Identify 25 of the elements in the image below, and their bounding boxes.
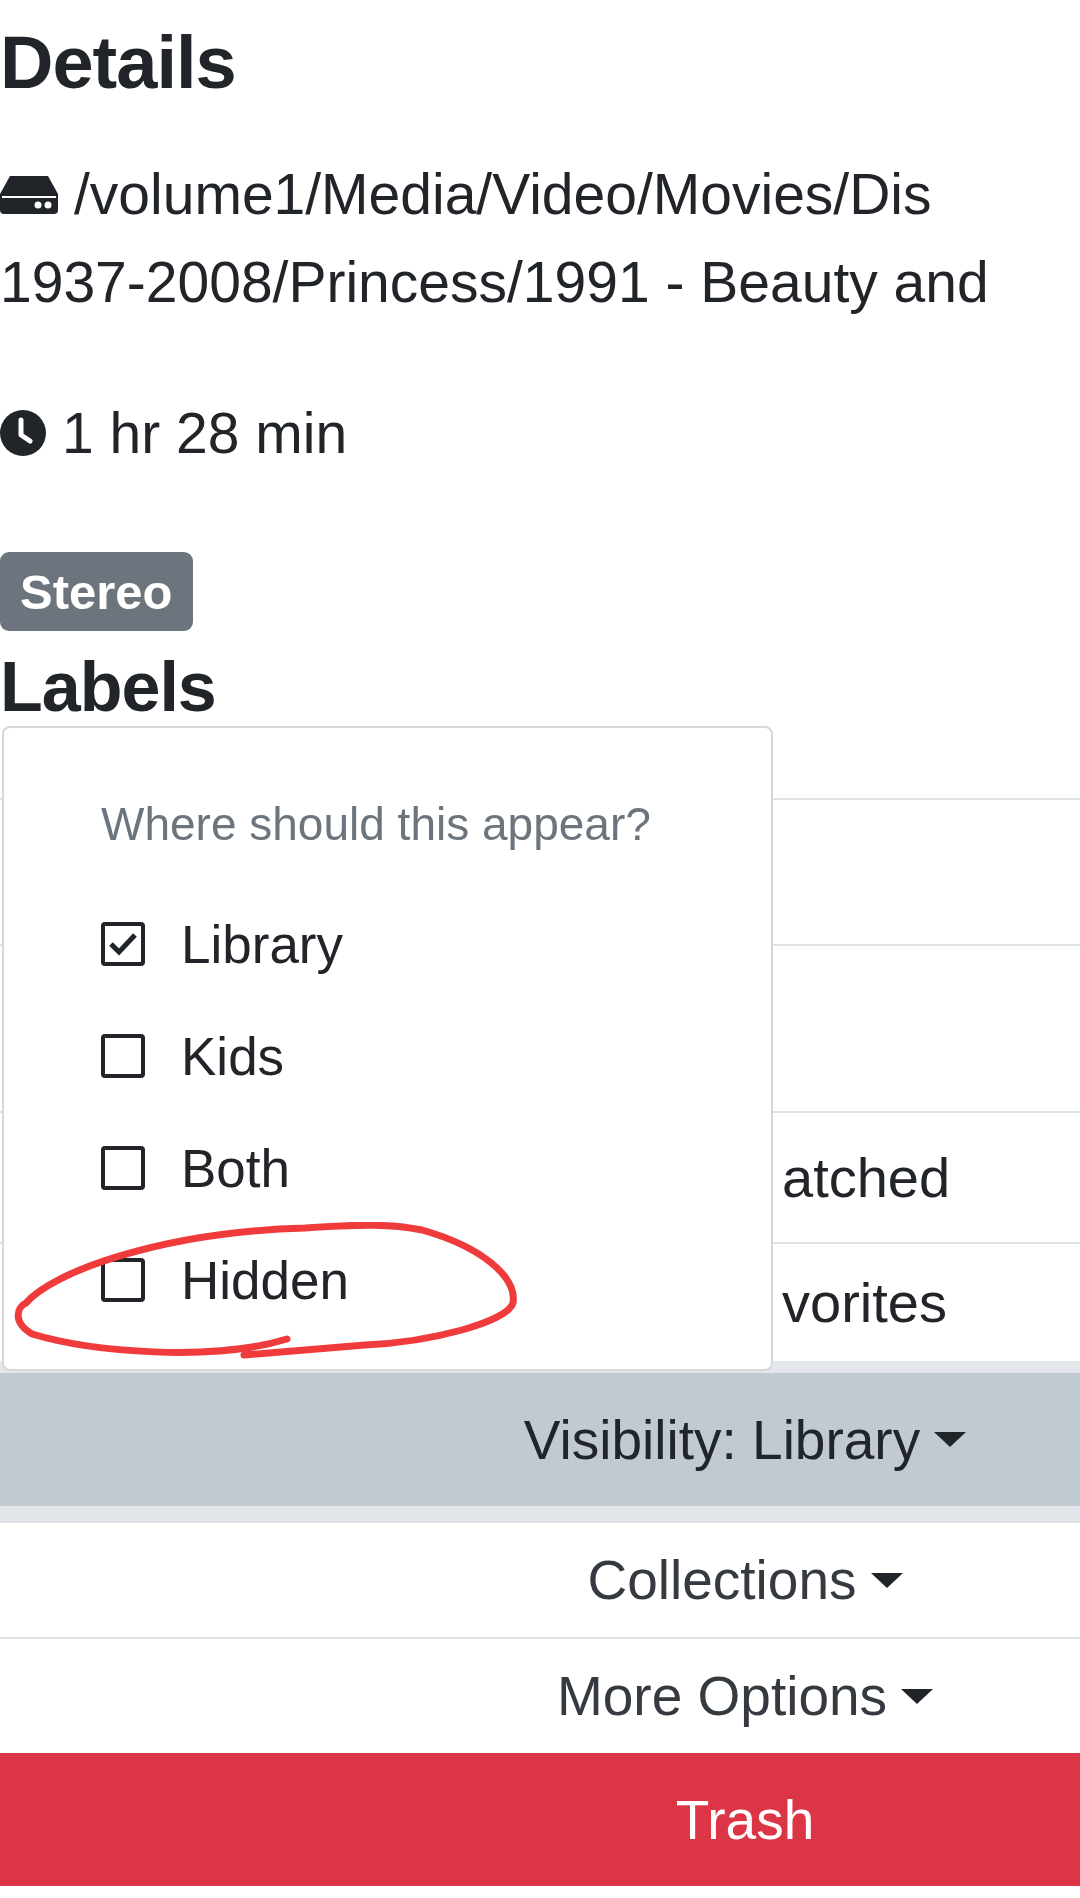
audio-badge: Stereo (0, 552, 193, 631)
checkbox[interactable] (101, 1034, 145, 1078)
duration-text: 1 hr 28 min (62, 400, 348, 466)
file-path: /volume1/Media/Video/Movies/Dis (74, 161, 932, 227)
checkbox[interactable] (101, 1146, 145, 1190)
clock-icon (0, 410, 46, 456)
trash-button[interactable]: Trash (0, 1753, 1080, 1886)
drive-icon (0, 174, 58, 214)
list-item-text[interactable]: vorites (782, 1270, 947, 1335)
file-path: 1937-2008/Princess/1991 - Beauty and (0, 249, 989, 315)
menu-option[interactable]: Both (4, 1112, 771, 1224)
menu-header: Where should this appear? (100, 797, 652, 852)
menu-option[interactable]: Hidden (4, 1224, 771, 1336)
dropdown-button[interactable]: Visibility: Library (0, 1361, 1080, 1521)
section-heading: Details (0, 20, 237, 106)
list-item-text[interactable]: atched (782, 1145, 951, 1210)
checkbox[interactable] (101, 922, 145, 966)
checkmark-icon (108, 932, 138, 956)
checkbox[interactable] (101, 1258, 145, 1302)
section-heading: Labels (0, 649, 217, 725)
caret-icon (934, 1432, 967, 1447)
caret-icon (870, 1572, 903, 1588)
menu-option[interactable]: Kids (4, 1000, 771, 1112)
menu-option[interactable]: Library (4, 888, 771, 1000)
caret-icon (901, 1688, 934, 1704)
